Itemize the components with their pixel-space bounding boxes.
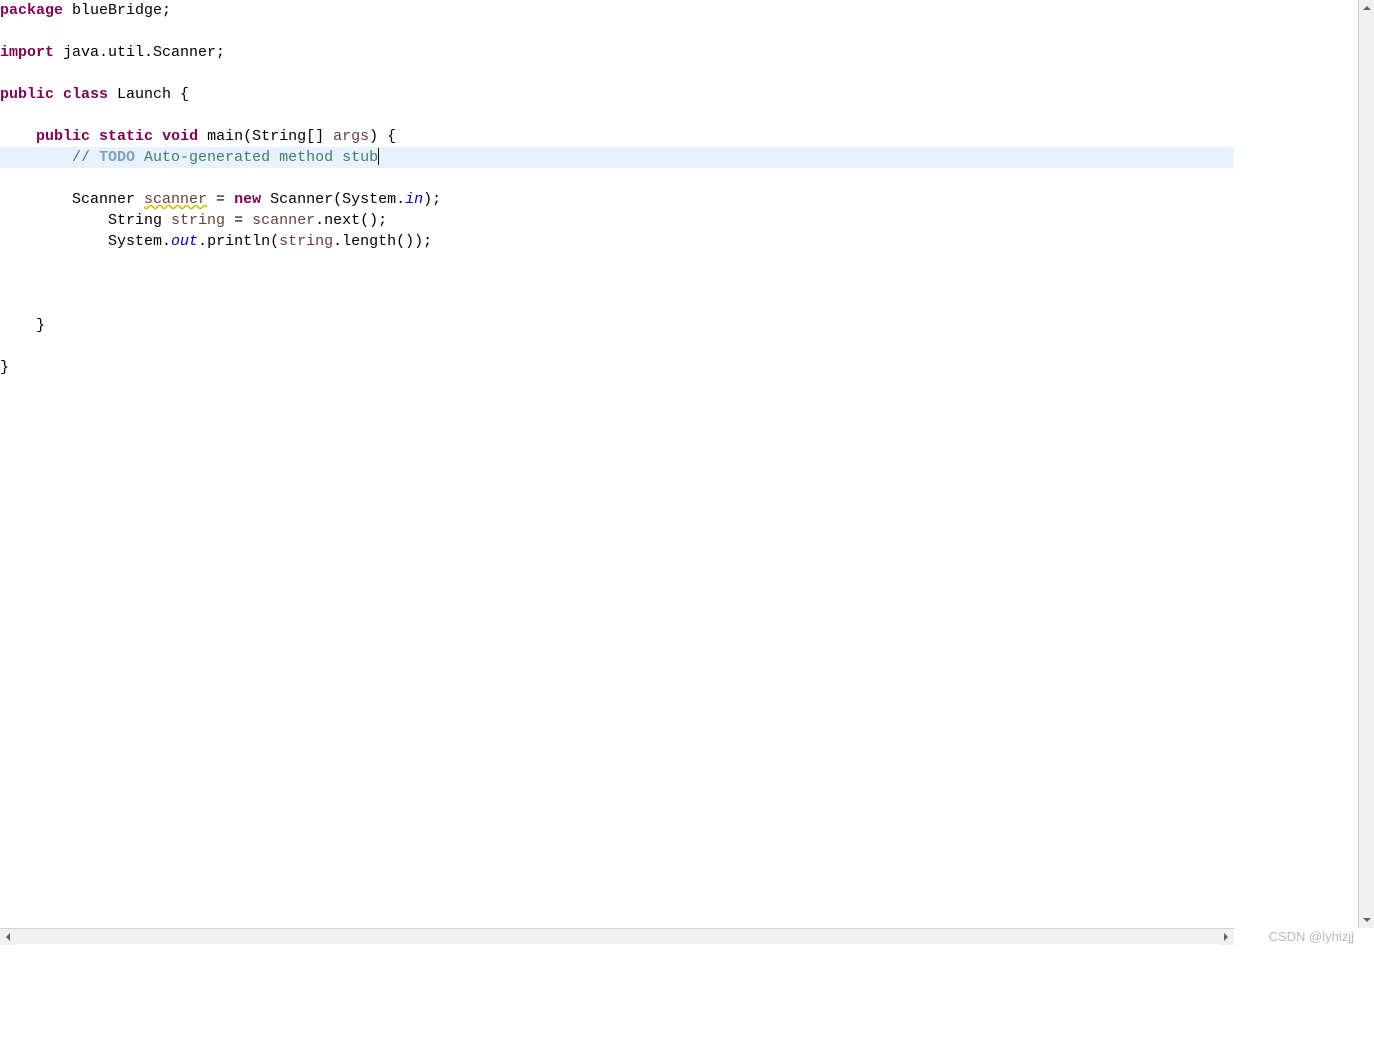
comment-marker: //	[72, 149, 99, 166]
chevron-up-icon	[1363, 4, 1371, 12]
field-out: out	[171, 233, 198, 250]
code-editor[interactable]: package blueBridge; import java.util.Sca…	[0, 0, 1234, 928]
code-line-empty[interactable]	[0, 252, 1234, 273]
var-scanner-decl: scanner	[144, 191, 207, 208]
code-line[interactable]: String string = scanner.next();	[0, 210, 1234, 231]
code-line-empty[interactable]	[0, 105, 1234, 126]
scroll-up-button[interactable]	[1359, 0, 1374, 16]
keyword-import: import	[0, 44, 54, 61]
todo-tag: TODO	[99, 149, 135, 166]
code-line[interactable]: public static void main(String[] args) {	[0, 126, 1234, 147]
watermark-text: CSDN @lyhizjj	[1269, 929, 1354, 944]
chevron-down-icon	[1363, 916, 1371, 924]
code-line[interactable]: public class Launch {	[0, 84, 1234, 105]
var-string-ref: string	[279, 233, 333, 250]
code-line-empty[interactable]	[0, 63, 1234, 84]
code-line[interactable]: }	[0, 315, 1234, 336]
text-cursor	[378, 148, 379, 165]
keyword-void: void	[162, 128, 198, 145]
scroll-left-button[interactable]	[0, 929, 16, 945]
keyword-public: public	[36, 128, 90, 145]
code-line-empty[interactable]	[0, 336, 1234, 357]
code-line-empty[interactable]	[0, 168, 1234, 189]
type-string: String	[108, 212, 171, 229]
keyword-package: package	[0, 2, 63, 19]
close-brace: }	[0, 359, 9, 376]
package-name: blueBridge;	[63, 2, 171, 19]
chevron-left-icon	[4, 933, 12, 941]
keyword-class: class	[63, 86, 108, 103]
code-line[interactable]: import java.util.Scanner;	[0, 42, 1234, 63]
horizontal-scrollbar[interactable]	[0, 928, 1234, 944]
import-statement: java.util.Scanner;	[54, 44, 225, 61]
scroll-right-button[interactable]	[1218, 929, 1234, 945]
param-args: args	[333, 128, 369, 145]
chevron-right-icon	[1222, 933, 1230, 941]
code-line[interactable]: Scanner scanner = new Scanner(System.in)…	[0, 189, 1234, 210]
field-in: in	[405, 191, 423, 208]
class-name: Launch {	[108, 86, 189, 103]
code-line[interactable]: System.out.println(string.length());	[0, 231, 1234, 252]
code-line-empty[interactable]	[0, 21, 1234, 42]
keyword-new: new	[234, 191, 261, 208]
code-line[interactable]: package blueBridge;	[0, 0, 1234, 21]
close-brace: }	[0, 317, 45, 334]
type-scanner: Scanner	[72, 191, 144, 208]
var-string-decl: string	[171, 212, 225, 229]
keyword-static: static	[99, 128, 153, 145]
vertical-scrollbar[interactable]	[1358, 0, 1374, 928]
var-scanner-ref: scanner	[252, 212, 315, 229]
code-line-empty[interactable]	[0, 273, 1234, 294]
scroll-down-button[interactable]	[1359, 912, 1374, 928]
code-line-empty[interactable]	[0, 294, 1234, 315]
comment-text: Auto-generated method stub	[135, 149, 378, 166]
code-line[interactable]: }	[0, 357, 1234, 378]
code-line-current[interactable]: // TODO Auto-generated method stub	[0, 147, 1234, 168]
method-signature: main(String[]	[198, 128, 333, 145]
keyword-public: public	[0, 86, 54, 103]
